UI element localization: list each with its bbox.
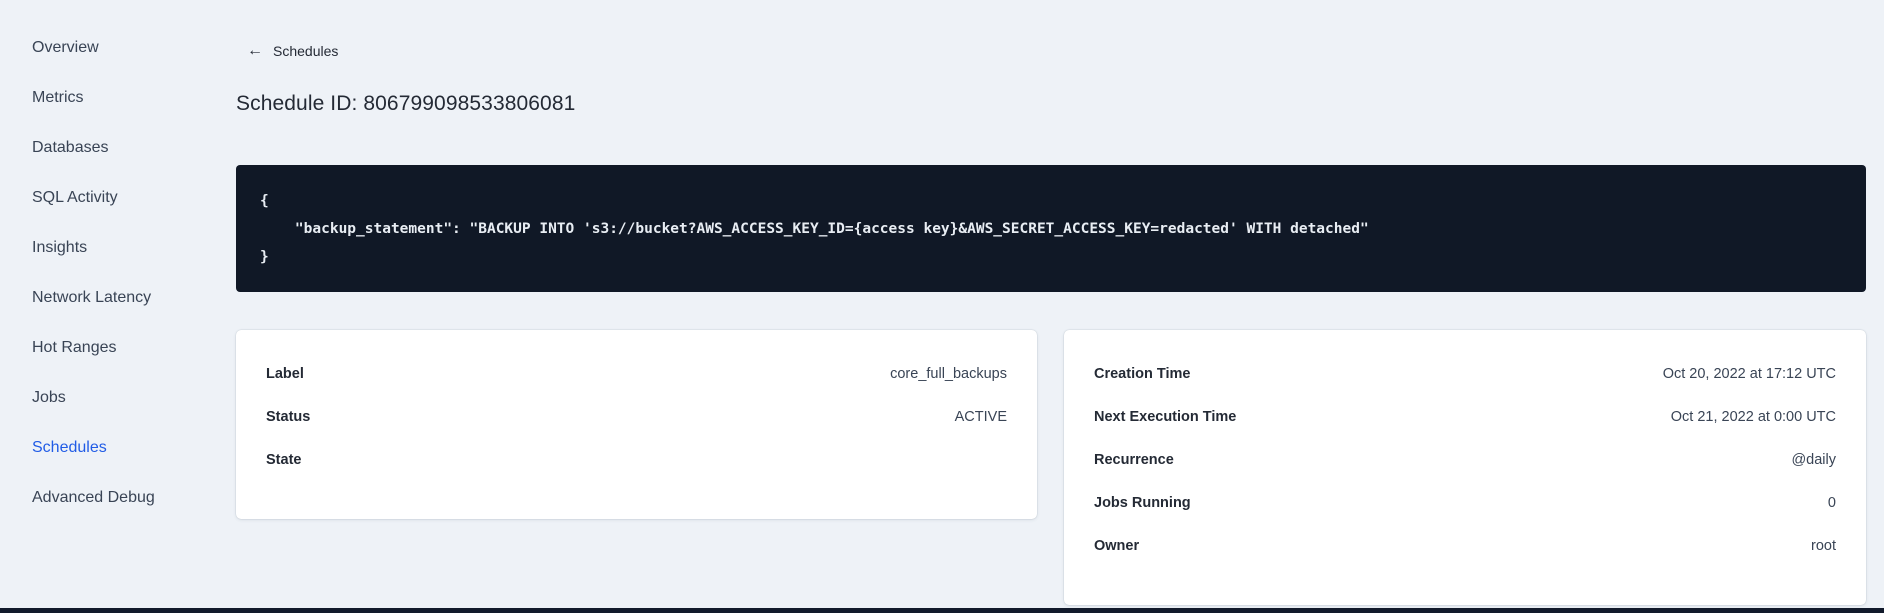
sidebar-item-insights[interactable]: Insights (0, 223, 214, 273)
schedule-timing-card: Creation Time Oct 20, 2022 at 17:12 UTC … (1064, 330, 1866, 605)
code-line: { (260, 193, 269, 209)
row-value: @daily (1791, 451, 1836, 468)
row-label: State (266, 451, 302, 468)
row-label: Creation Time (1094, 365, 1191, 382)
summary-row-next-execution-time: Next Execution Time Oct 21, 2022 at 0:00… (1094, 395, 1836, 438)
row-value: Oct 21, 2022 at 0:00 UTC (1670, 408, 1836, 425)
summary-row-owner: Owner root (1094, 524, 1836, 567)
schedule-summary-card: Label core_full_backups Status ACTIVE St… (236, 330, 1037, 519)
bottom-edge-strip (0, 608, 1884, 613)
summary-row-label: Label core_full_backups (266, 352, 1007, 395)
sidebar-item-databases[interactable]: Databases (0, 123, 214, 173)
summary-row-recurrence: Recurrence @daily (1094, 438, 1836, 481)
sidebar-item-sql-activity[interactable]: SQL Activity (0, 173, 214, 223)
row-value: Oct 20, 2022 at 17:12 UTC (1662, 365, 1836, 382)
summary-row-creation-time: Creation Time Oct 20, 2022 at 17:12 UTC (1094, 352, 1836, 395)
row-label: Next Execution Time (1094, 408, 1237, 425)
row-label: Jobs Running (1094, 494, 1191, 511)
sidebar-item-schedules[interactable]: Schedules (0, 423, 214, 473)
code-line: "backup_statement": "BACKUP INTO 's3://b… (260, 221, 1369, 237)
summary-row-status: Status ACTIVE (266, 395, 1007, 438)
page-title: Schedule ID: 806799098533806081 (236, 92, 576, 115)
row-value: ACTIVE (954, 408, 1007, 425)
row-value: 0 (1827, 494, 1836, 511)
row-label: Owner (1094, 537, 1140, 554)
back-link-label: Schedules (273, 43, 339, 59)
sidebar-item-hot-ranges[interactable]: Hot Ranges (0, 323, 214, 373)
summary-row-state: State (266, 438, 1007, 481)
backup-statement-code-block: { "backup_statement": "BACKUP INTO 's3:/… (236, 165, 1866, 292)
code-line: } (260, 249, 269, 265)
row-label: Recurrence (1094, 451, 1174, 468)
row-label: Status (266, 408, 311, 425)
schedule-details-page: Overview Metrics Databases SQL Activity … (0, 0, 1884, 613)
sidebar-item-network-latency[interactable]: Network Latency (0, 273, 214, 323)
sidebar-item-jobs[interactable]: Jobs (0, 373, 214, 423)
row-label: Label (266, 365, 304, 382)
back-to-schedules-link[interactable]: ← Schedules (247, 42, 339, 60)
back-arrow-icon: ← (247, 42, 263, 59)
sidebar-item-overview[interactable]: Overview (0, 23, 214, 73)
row-value: core_full_backups (890, 365, 1007, 382)
sidebar-item-advanced-debug[interactable]: Advanced Debug (0, 473, 214, 523)
sidebar-nav: Overview Metrics Databases SQL Activity … (0, 23, 214, 523)
sidebar-item-metrics[interactable]: Metrics (0, 73, 214, 123)
row-value: root (1811, 537, 1836, 554)
summary-row-jobs-running: Jobs Running 0 (1094, 481, 1836, 524)
